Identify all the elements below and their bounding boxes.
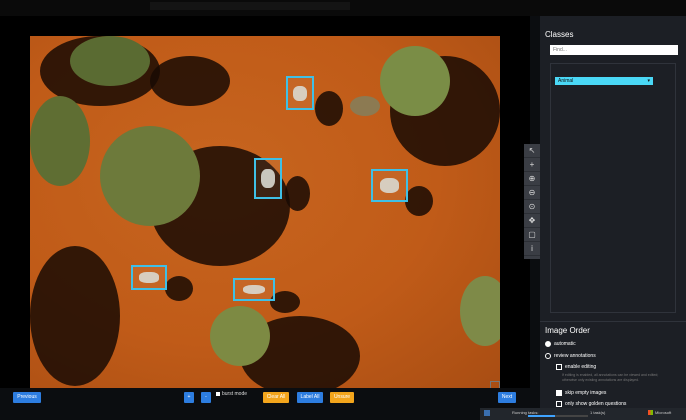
image-canvas[interactable] (30, 36, 500, 391)
order-automatic-radio[interactable]: automatic (545, 341, 576, 347)
burst-mode-checkbox[interactable]: burst mode (216, 391, 247, 397)
checkbox-icon (216, 392, 220, 396)
bush (30, 96, 90, 186)
clear-all-button[interactable]: Clear All (263, 392, 289, 403)
arrow-icon[interactable]: ↖ (524, 144, 540, 158)
label-all-button[interactable]: Label All (297, 392, 323, 403)
class-item-animal[interactable]: Animal ▾ (555, 77, 653, 85)
checkbox-icon (556, 364, 562, 370)
select-box-icon[interactable]: ▢ (524, 228, 540, 242)
annotation-box[interactable] (371, 169, 408, 202)
annotation-box[interactable] (254, 158, 282, 199)
zoom-reset-icon[interactable]: ⊙ (524, 200, 540, 214)
checkbox-icon (556, 401, 562, 407)
annotation-toolbar: ↖ + ⊕ ⊖ ⊙ ✥ ▢ i (524, 144, 540, 259)
golden-questions-checkbox[interactable]: only show golden questions (556, 401, 626, 407)
top-strip (0, 0, 686, 16)
chevron-down-icon: ▾ (647, 78, 650, 84)
brand: Microsoft (648, 410, 671, 415)
task-icon (484, 410, 490, 416)
bush (380, 46, 450, 116)
zoom-out-icon[interactable]: ⊖ (524, 186, 540, 200)
sidebar: Classes Animal ▾ Image Order automatic r… (540, 16, 686, 420)
bush (100, 126, 200, 226)
bush (350, 96, 380, 116)
microsoft-logo-icon (648, 410, 653, 415)
order-review-radio[interactable]: review annotations (545, 353, 596, 359)
zoom-plus-button[interactable]: + (184, 392, 194, 403)
divider (540, 321, 686, 322)
class-search-input[interactable] (550, 45, 678, 55)
task-progress-text: 1 task(s) (590, 410, 606, 415)
editing-note: If editing is enabled, all annotations c… (562, 373, 659, 382)
unsure-button[interactable]: Unsure (330, 392, 354, 403)
zoom-minus-button[interactable]: - (201, 392, 211, 403)
next-button[interactable]: Next (498, 392, 516, 403)
bush (210, 306, 270, 366)
status-bar: Running tasks: 1 task(s) Microsoft (480, 408, 686, 420)
previous-button[interactable]: Previous (13, 392, 41, 403)
bush (460, 276, 500, 346)
skip-empty-checkbox[interactable]: skip empty images (556, 390, 606, 396)
annotation-box[interactable] (131, 265, 167, 290)
add-box-icon[interactable]: + (524, 158, 540, 172)
enable-editing-checkbox[interactable]: enable editing (556, 364, 596, 370)
task-progress-bar (528, 415, 588, 417)
annotation-box[interactable] (286, 76, 314, 110)
info-icon[interactable]: i (524, 242, 540, 256)
class-list: Animal ▾ (550, 63, 676, 313)
class-item-label: Animal (558, 78, 574, 84)
image-order-title: Image Order (545, 326, 590, 335)
classes-title: Classes (545, 30, 574, 39)
annotation-box[interactable] (233, 278, 275, 301)
radio-icon (545, 341, 551, 347)
bush (70, 36, 150, 86)
checkbox-icon (556, 390, 562, 396)
bottom-toolbar: Previous + - burst mode Clear All Label … (0, 388, 540, 408)
radio-icon (545, 353, 551, 359)
zoom-in-icon[interactable]: ⊕ (524, 172, 540, 186)
workspace (0, 16, 530, 391)
pan-icon[interactable]: ✥ (524, 214, 540, 228)
